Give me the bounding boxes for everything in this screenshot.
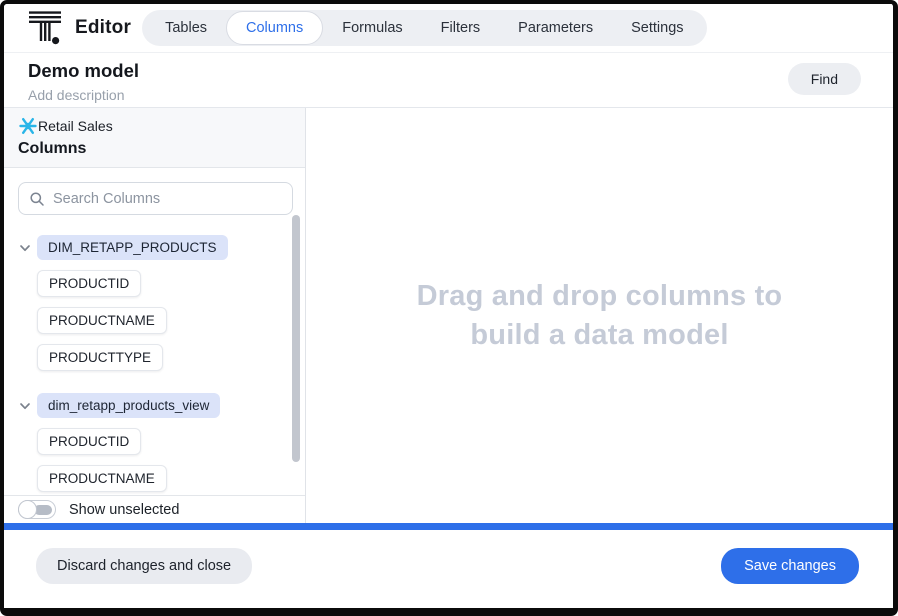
columns-sidebar: Retail Sales Columns DIM_RETAP <box>4 108 306 523</box>
table-group-header: DIM_RETAPP_PRODUCTS <box>18 235 305 260</box>
table-group: DIM_RETAPP_PRODUCTS PRODUCTID PRODUCTNAM… <box>18 235 305 371</box>
scrollbar[interactable] <box>292 215 300 462</box>
chevron-down-icon[interactable] <box>18 399 32 413</box>
tab-columns[interactable]: Columns <box>226 11 323 45</box>
column-pill[interactable]: PRODUCTID <box>37 270 141 297</box>
tab-settings[interactable]: Settings <box>612 11 702 45</box>
find-button[interactable]: Find <box>788 63 861 95</box>
app-logo-icon <box>28 10 62 46</box>
add-description-placeholder[interactable]: Add description <box>28 87 139 103</box>
search-columns-box[interactable] <box>18 182 293 215</box>
show-unselected-row: Show unselected <box>4 495 305 523</box>
columns-tree: DIM_RETAPP_PRODUCTS PRODUCTID PRODUCTNAM… <box>4 215 305 495</box>
app-header: Editor Tables Columns Formulas Filters P… <box>4 4 893 53</box>
footer-bar: Discard changes and close Save changes <box>4 530 893 608</box>
source-name: Retail Sales <box>38 118 113 134</box>
tab-formulas[interactable]: Formulas <box>323 11 421 45</box>
table-pill[interactable]: DIM_RETAPP_PRODUCTS <box>37 235 228 260</box>
app-title: Editor <box>75 17 131 39</box>
canvas-placeholder-text: Drag and drop columns to build a data mo… <box>417 277 783 354</box>
column-pill[interactable]: PRODUCTID <box>37 428 141 455</box>
page-title[interactable]: Demo model <box>28 60 139 82</box>
table-pill[interactable]: dim_retapp_products_view <box>37 393 220 418</box>
tab-parameters[interactable]: Parameters <box>499 11 612 45</box>
body-area: Retail Sales Columns DIM_RETAP <box>4 108 893 523</box>
show-unselected-toggle[interactable] <box>18 500 56 519</box>
source-header: Retail Sales Columns <box>4 108 305 168</box>
table-group-header: dim_retapp_products_view <box>18 393 305 418</box>
sidebar-heading: Columns <box>18 140 293 158</box>
column-pill[interactable]: PRODUCTNAME <box>37 465 167 492</box>
model-canvas[interactable]: Drag and drop columns to build a data mo… <box>306 108 893 523</box>
search-icon <box>29 191 45 207</box>
table-group: dim_retapp_products_view PRODUCTID PRODU… <box>18 393 305 492</box>
search-columns-input[interactable] <box>53 191 282 207</box>
discard-changes-button[interactable]: Discard changes and close <box>36 548 252 584</box>
accent-divider-bar <box>4 523 893 530</box>
editor-tabbar: Tables Columns Formulas Filters Paramete… <box>142 10 706 46</box>
chevron-down-icon[interactable] <box>18 241 32 255</box>
column-pill[interactable]: PRODUCTTYPE <box>37 344 163 371</box>
tab-filters[interactable]: Filters <box>422 11 499 45</box>
editor-window: Editor Tables Columns Formulas Filters P… <box>0 0 898 616</box>
tab-tables[interactable]: Tables <box>146 11 226 45</box>
snowflake-icon <box>18 116 38 136</box>
save-changes-button[interactable]: Save changes <box>721 548 859 584</box>
title-bar: Demo model Add description Find <box>4 53 893 108</box>
column-pill[interactable]: PRODUCTNAME <box>37 307 167 334</box>
toggle-label: Show unselected <box>69 502 179 518</box>
